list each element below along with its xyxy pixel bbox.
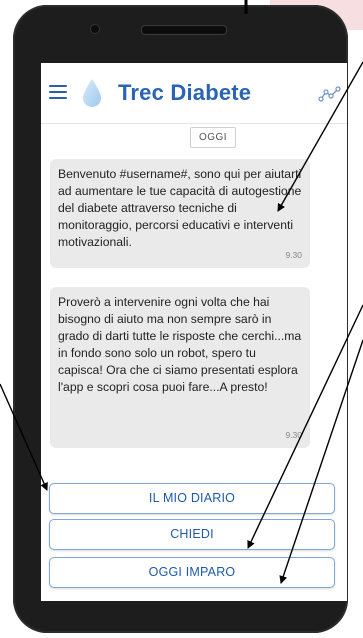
app-bar: Trec Diabete [41, 63, 347, 124]
front-camera [91, 25, 99, 33]
earpiece-speaker [141, 25, 227, 35]
date-divider-chip: OGGI [190, 127, 236, 148]
chat-message: Proverò a intervenire ogni volta che hai… [50, 287, 310, 448]
my-diary-button[interactable]: IL MIO DIARIO [49, 483, 335, 514]
ask-button[interactable]: CHIEDI [49, 519, 335, 550]
app-title: Trec Diabete [118, 80, 252, 105]
hamburger-menu-icon[interactable] [49, 85, 67, 99]
phone-frame: Trec Diabete OGGI Benvenuto #username#, … [13, 5, 348, 633]
message-time: 9.30 [285, 250, 302, 260]
message-text: Benvenuto #username#, sono qui per aiuta… [58, 167, 302, 249]
line-graph-icon[interactable] [318, 85, 342, 103]
water-drop-icon [83, 79, 101, 107]
app-screen: Trec Diabete OGGI Benvenuto #username#, … [41, 63, 347, 601]
chat-message: Benvenuto #username#, sono qui per aiuta… [50, 159, 310, 268]
learn-today-button[interactable]: OGGI IMPARO [49, 557, 335, 588]
message-text: Proverò a intervenire ogni volta che hai… [58, 295, 302, 394]
message-time: 9.30 [285, 430, 302, 440]
